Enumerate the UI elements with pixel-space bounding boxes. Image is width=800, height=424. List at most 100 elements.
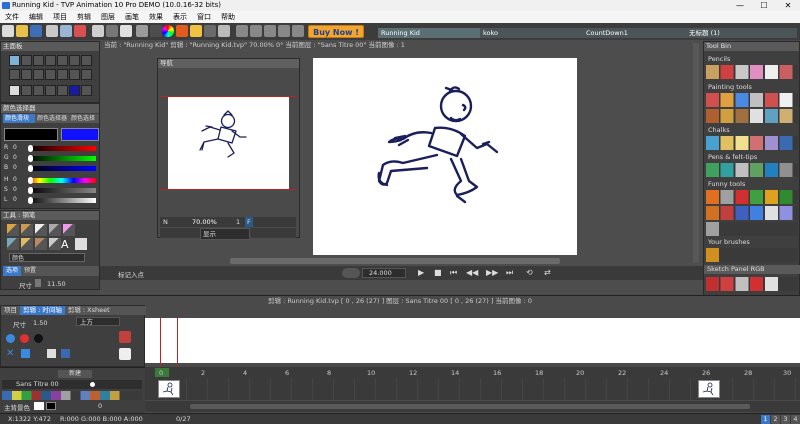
frame-thumb-last[interactable] bbox=[698, 380, 720, 398]
bg-color-swatch[interactable] bbox=[46, 402, 56, 410]
camera-icon[interactable] bbox=[292, 25, 304, 37]
minimize-button[interactable]: — bbox=[728, 0, 752, 11]
light-table-icon[interactable] bbox=[264, 25, 276, 37]
tl-page-icon[interactable] bbox=[47, 349, 56, 358]
move-tool-icon[interactable] bbox=[45, 69, 56, 80]
line-tool-icon[interactable] bbox=[21, 55, 32, 66]
paste-icon[interactable] bbox=[250, 25, 262, 37]
prev-frame-button[interactable]: ◀◀ bbox=[466, 268, 478, 277]
flip-icon[interactable] bbox=[136, 25, 148, 37]
chalks-row[interactable] bbox=[706, 136, 798, 150]
tl-position-dropdown[interactable]: 上方 bbox=[76, 317, 120, 326]
marker-icon[interactable] bbox=[49, 224, 61, 236]
painting-row-2[interactable] bbox=[706, 109, 798, 123]
vertical-scrollbar[interactable] bbox=[693, 43, 699, 263]
fill-icon[interactable] bbox=[176, 25, 188, 37]
nav-display-dropdown[interactable]: 显示 bbox=[200, 228, 250, 240]
pencils-row[interactable] bbox=[706, 65, 798, 79]
crayon-icon[interactable] bbox=[63, 224, 75, 236]
tab-color-choice[interactable]: 颜色选择 bbox=[69, 114, 97, 123]
next-frame-button[interactable]: ▶▶ bbox=[486, 268, 498, 277]
navigator-preview[interactable] bbox=[168, 97, 289, 189]
curve-tool-icon[interactable] bbox=[69, 55, 80, 66]
pen-icon[interactable] bbox=[7, 238, 19, 250]
zoom-icon[interactable] bbox=[120, 25, 132, 37]
onion-skin-icon[interactable] bbox=[278, 25, 290, 37]
tab-timeline[interactable]: 剪辑 : 时间轴 bbox=[20, 306, 65, 315]
menu-brush[interactable]: 画笔 bbox=[120, 11, 144, 23]
smudge-icon[interactable] bbox=[49, 238, 61, 250]
redo-icon[interactable] bbox=[74, 25, 86, 37]
tab-project[interactable]: 项目 bbox=[1, 306, 20, 315]
timeline-scrollbar[interactable] bbox=[190, 404, 750, 409]
frame-thumb-first[interactable] bbox=[158, 380, 180, 398]
pingpong-button[interactable]: ⇄ bbox=[544, 268, 551, 277]
brush-tool-icon[interactable] bbox=[9, 55, 20, 66]
tl-square-icon[interactable] bbox=[21, 349, 30, 358]
slider-h[interactable] bbox=[28, 177, 96, 184]
page-3-button[interactable]: 3 bbox=[781, 415, 790, 424]
page-2-button[interactable]: 2 bbox=[771, 415, 780, 424]
text-tool-icon[interactable] bbox=[69, 69, 80, 80]
horizontal-scrollbar[interactable] bbox=[230, 258, 560, 264]
select-lasso-icon[interactable] bbox=[21, 69, 32, 80]
new-layer-button[interactable]: 新建 bbox=[58, 370, 92, 378]
grid-icon[interactable] bbox=[106, 25, 118, 37]
tab-presets[interactable]: 预置 bbox=[21, 266, 39, 276]
page-1-button[interactable]: 1 bbox=[761, 415, 770, 424]
size-value[interactable]: 11.50 bbox=[47, 280, 66, 288]
buy-now-button[interactable]: Buy Now ! bbox=[308, 25, 364, 38]
slider-r[interactable] bbox=[28, 145, 96, 152]
select-rect-icon[interactable] bbox=[9, 69, 20, 80]
sketch-brushes-row[interactable] bbox=[706, 277, 798, 291]
magic-wand-icon[interactable] bbox=[33, 69, 44, 80]
oil-brush-icon[interactable] bbox=[35, 238, 47, 250]
paint-brush-icon[interactable] bbox=[21, 224, 33, 236]
eraser-icon[interactable] bbox=[75, 238, 87, 250]
pencil-brush-icon[interactable] bbox=[7, 224, 19, 236]
funny-row-3[interactable] bbox=[706, 222, 798, 236]
menu-effects[interactable]: 效果 bbox=[144, 11, 168, 23]
timeline-track-strip[interactable] bbox=[145, 318, 800, 363]
airbrush-icon[interactable] bbox=[35, 224, 47, 236]
copy-icon[interactable] bbox=[236, 25, 248, 37]
tl-onion-icon[interactable] bbox=[119, 348, 131, 360]
layer-name[interactable]: Sans Titre 00 bbox=[16, 380, 59, 389]
tab-color-picker[interactable]: 颜色选择器 bbox=[35, 114, 69, 123]
tl-paint-icon[interactable] bbox=[119, 331, 131, 343]
transform-icon[interactable] bbox=[92, 25, 104, 37]
fill-mode-icon[interactable] bbox=[21, 85, 32, 96]
main-color-swatch[interactable] bbox=[34, 402, 44, 410]
fill-tool-icon[interactable] bbox=[57, 69, 68, 80]
primary-color-swatch[interactable] bbox=[69, 85, 80, 96]
tab-countdown1[interactable]: CountDown1 bbox=[583, 28, 686, 38]
page-4-button[interactable]: 4 bbox=[791, 415, 800, 424]
pens-row[interactable] bbox=[706, 163, 798, 177]
slider-s[interactable] bbox=[28, 187, 96, 194]
color-dropdown[interactable]: 颜色 bbox=[9, 253, 85, 262]
layer-color-row[interactable] bbox=[2, 391, 142, 400]
light-icon[interactable] bbox=[190, 25, 202, 37]
menu-layer[interactable]: 图层 bbox=[96, 11, 120, 23]
tab-untitled[interactable]: 无标题 (1) bbox=[686, 28, 797, 38]
maximize-button[interactable]: ☐ bbox=[752, 0, 776, 11]
swap-color-icon[interactable] bbox=[81, 85, 92, 96]
open-folder-icon[interactable] bbox=[16, 25, 28, 37]
last-frame-button[interactable]: ⏭ bbox=[506, 268, 513, 278]
slider-l[interactable] bbox=[28, 197, 96, 204]
slider-b[interactable] bbox=[28, 165, 96, 172]
tab-running-kid[interactable]: Running Kid bbox=[378, 28, 481, 38]
grid-snap-icon[interactable] bbox=[45, 85, 56, 96]
table-icon[interactable] bbox=[204, 25, 216, 37]
warp-tool-icon[interactable] bbox=[81, 69, 92, 80]
layer-lock-icon[interactable] bbox=[150, 25, 162, 37]
ellipse-tool-icon[interactable] bbox=[45, 55, 56, 66]
slider-g[interactable] bbox=[28, 155, 96, 162]
tl-cut-icon[interactable] bbox=[61, 349, 70, 358]
new-file-icon[interactable] bbox=[2, 25, 14, 37]
chalk-icon[interactable] bbox=[21, 238, 33, 250]
nav-page[interactable]: 1 bbox=[236, 217, 240, 227]
play-button[interactable]: ▶ bbox=[418, 268, 424, 277]
current-color-swatch[interactable] bbox=[4, 128, 58, 141]
shape-tool-icon[interactable] bbox=[9, 85, 20, 96]
